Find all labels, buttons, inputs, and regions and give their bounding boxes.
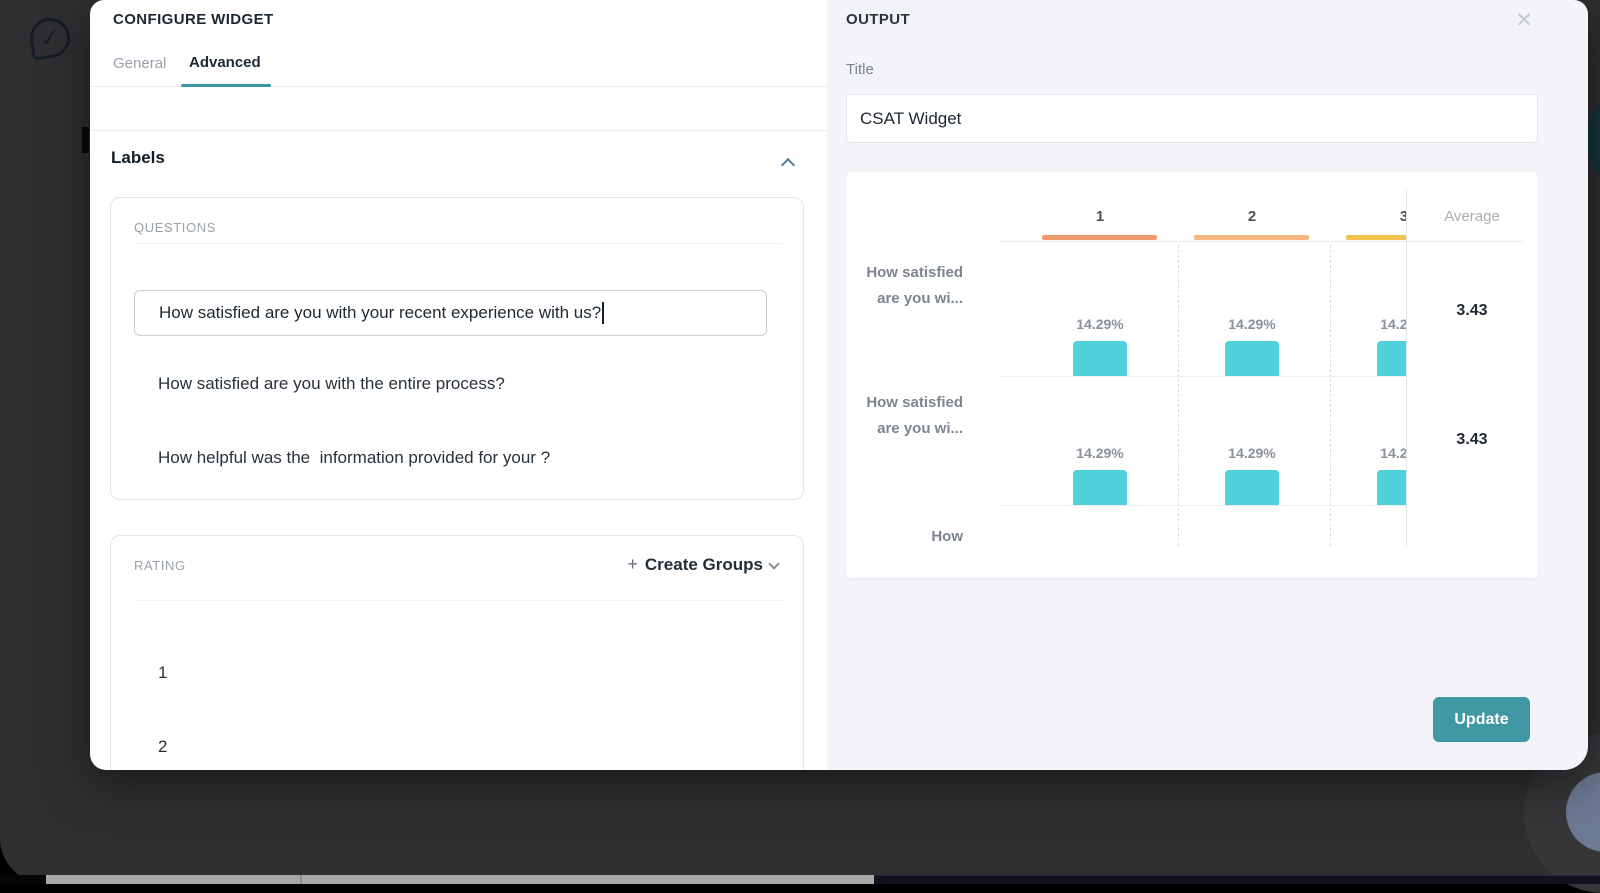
column-underline	[1194, 235, 1309, 240]
column-underline	[1042, 235, 1157, 240]
configure-panel: CONFIGURE WIDGET General Advanced Labels…	[90, 0, 827, 770]
column-header: 2	[1192, 208, 1312, 225]
tab-advanced[interactable]: Advanced	[189, 54, 261, 71]
chart-columns-area: 1 2 3 14.29% 14.29% 14.29% 14.29% 14.29%…	[1000, 172, 1406, 578]
question-item[interactable]: How helpful was the information provided…	[158, 448, 550, 468]
taskbar-divider	[300, 875, 302, 884]
rating-header: RATING	[134, 558, 186, 573]
chart-bar	[1225, 470, 1279, 505]
chart-row-label: How	[864, 524, 963, 550]
taskbar-dark-segment	[874, 875, 1600, 884]
modal-title: CONFIGURE WIDGET	[113, 11, 274, 28]
chart-bar	[1073, 470, 1127, 505]
bar-value-label: 14.29%	[1040, 316, 1160, 332]
taskbar-gray-segment	[46, 875, 874, 884]
active-tab-underline	[181, 84, 271, 87]
row-divider	[1000, 505, 1406, 506]
chevron-down-icon	[770, 558, 780, 568]
questions-divider	[134, 243, 782, 244]
question-item[interactable]: How satisfied are you with the entire pr…	[158, 374, 505, 394]
create-groups-button[interactable]: + Create Groups	[627, 554, 780, 575]
average-column-header: Average	[1406, 208, 1538, 225]
bar-value-label: 14.29%	[1040, 445, 1160, 461]
question-edit-value: How satisfied are you with your recent e…	[159, 303, 601, 323]
text-cursor	[602, 302, 604, 324]
output-panel: OUTPUT ✕ Title How satisfied are you wi.…	[827, 0, 1588, 770]
plus-icon: +	[627, 554, 638, 575]
chart-row-label: How satisfied are you wi...	[864, 390, 963, 442]
column-dashed-separator	[1178, 245, 1179, 546]
average-value: 3.43	[1406, 431, 1538, 449]
bar-value-label: 14.29%	[1192, 445, 1312, 461]
chart-bar	[1377, 341, 1406, 376]
column-header: 1	[1040, 208, 1160, 225]
chevron-up-icon[interactable]	[783, 158, 794, 169]
create-groups-label: Create Groups	[645, 555, 763, 575]
update-button[interactable]: Update	[1433, 697, 1530, 742]
average-column-separator	[1406, 190, 1407, 546]
widget-title-input[interactable]	[846, 94, 1538, 143]
chart-bar	[1073, 341, 1127, 376]
question-edit-input[interactable]: How satisfied are you with your recent e…	[134, 290, 767, 336]
bar-value-label: 14.29%	[1192, 316, 1312, 332]
average-value: 3.43	[1406, 302, 1538, 320]
column-header: 3	[1344, 208, 1406, 225]
taskbar	[0, 875, 1600, 884]
chart-preview: How satisfied are you wi... How satisfie…	[846, 172, 1538, 578]
rating-item[interactable]: 2	[158, 737, 167, 757]
output-header: OUTPUT	[846, 11, 910, 28]
rating-divider	[134, 600, 782, 601]
chart-bar	[1225, 341, 1279, 376]
chart-bar	[1377, 470, 1406, 505]
tab-general[interactable]: General	[113, 55, 166, 72]
column-dashed-separator	[1330, 245, 1331, 546]
row-divider	[1000, 376, 1406, 377]
rating-card: RATING + Create Groups 1 2	[110, 535, 804, 770]
questions-header: QUESTIONS	[134, 220, 216, 235]
background-page-text-fragment	[82, 127, 89, 153]
rating-item[interactable]: 1	[158, 663, 167, 683]
bar-value-label: 14.29%	[1344, 316, 1406, 332]
taskbar-left-corner	[0, 875, 46, 884]
chart-row-label: How satisfied are you wi...	[864, 260, 963, 312]
bar-value-label: 14.29%	[1344, 445, 1406, 461]
title-field-label: Title	[846, 61, 874, 78]
close-icon[interactable]: ✕	[1515, 8, 1533, 33]
labels-section-title: Labels	[111, 148, 165, 168]
section-divider	[90, 130, 827, 131]
questions-card: QUESTIONS How satisfied are you with you…	[110, 197, 804, 500]
configure-widget-modal: CONFIGURE WIDGET General Advanced Labels…	[90, 0, 1588, 770]
column-underline	[1346, 235, 1406, 240]
